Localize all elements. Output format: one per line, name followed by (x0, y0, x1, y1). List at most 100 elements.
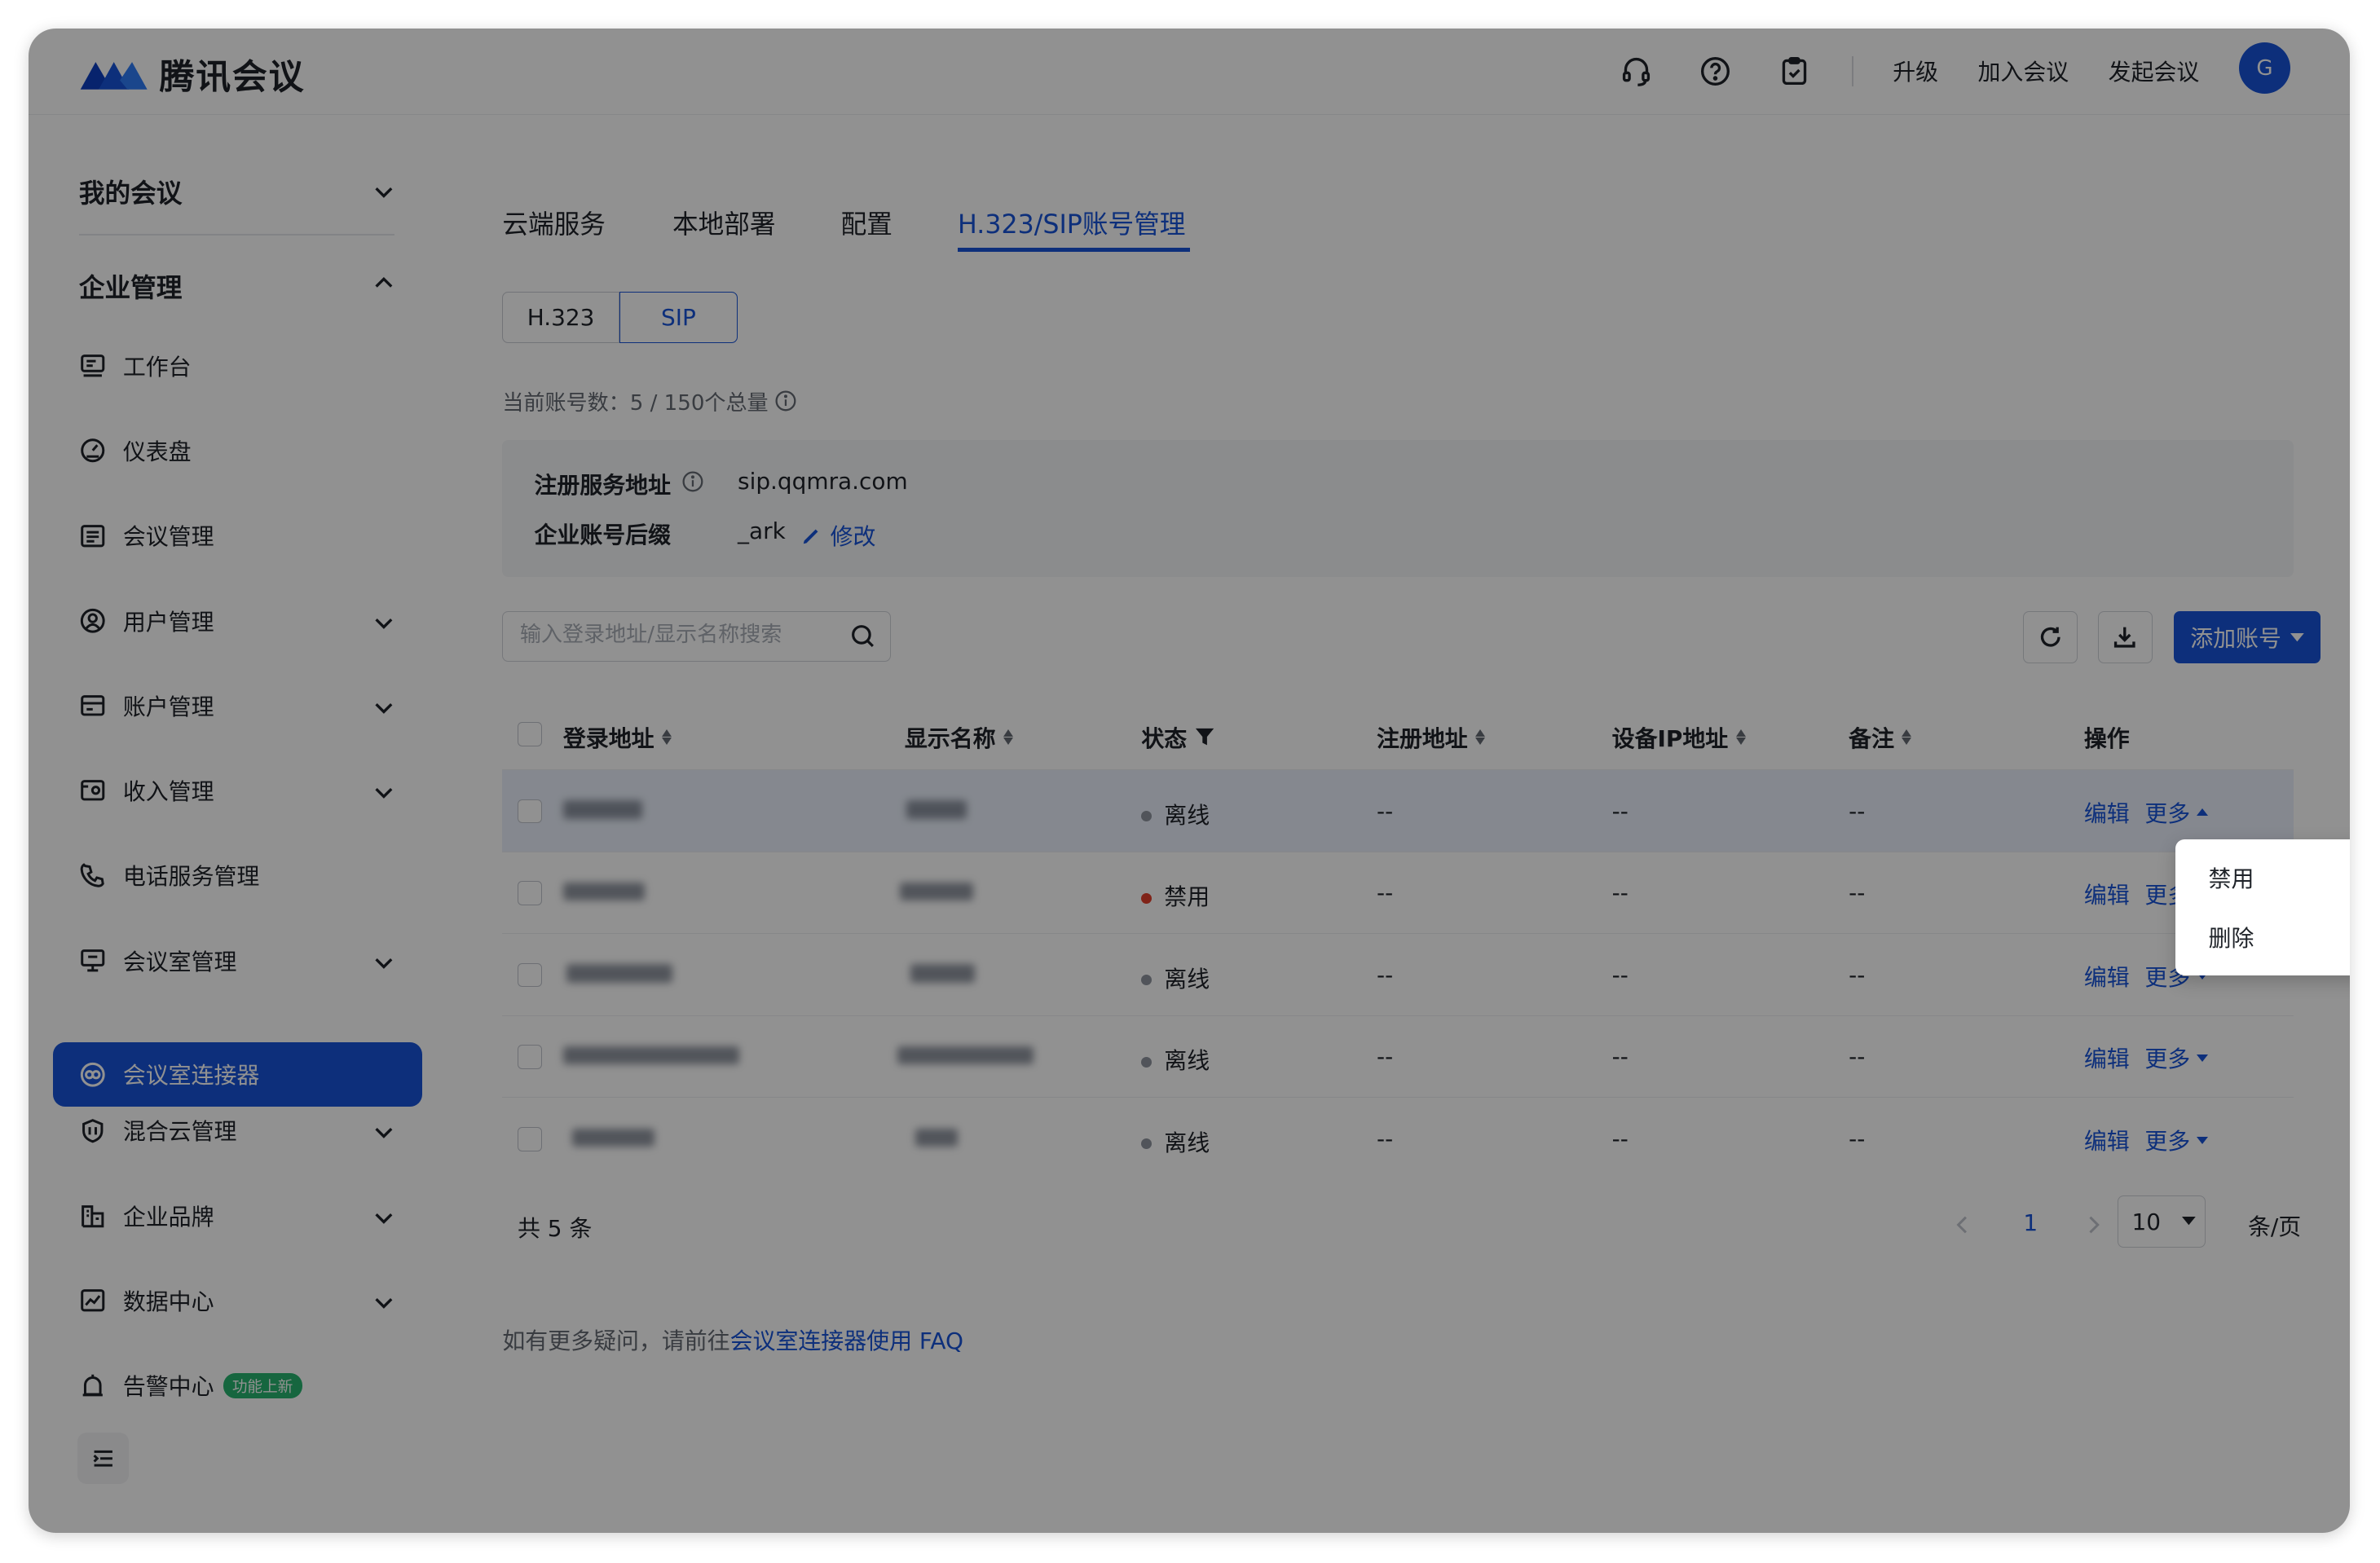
search-icon[interactable] (849, 623, 877, 650)
page-number-1[interactable]: 1 (2023, 1209, 2038, 1236)
sidebar-item-hybrid-cloud[interactable]: 混合云管理 (53, 1099, 422, 1162)
sidebar-item-account-management[interactable]: 账户管理 (53, 674, 422, 737)
column-label: 注册地址 (1377, 724, 1468, 752)
menu-item-disable[interactable]: 禁用 (2175, 850, 2324, 906)
upgrade-link[interactable]: 升级 (1893, 55, 1938, 87)
edit-link[interactable]: 编辑 (2084, 796, 2130, 829)
header-divider (1851, 55, 1853, 87)
collapse-sidebar-button[interactable] (77, 1432, 130, 1485)
edit-link[interactable]: 编辑 (2084, 1124, 2130, 1156)
sidebar-item-alarm-center[interactable]: 告警中心 功能上新 (53, 1354, 422, 1417)
chevron-down-icon[interactable] (372, 179, 396, 204)
next-page-icon[interactable] (2084, 1214, 2102, 1235)
edit-suffix-label: 修改 (830, 522, 876, 550)
chevron-down-icon (375, 1297, 393, 1309)
edit-link[interactable]: 编辑 (2084, 878, 2130, 910)
sort-icon[interactable] (1475, 729, 1486, 746)
info-icon[interactable] (681, 470, 704, 493)
edit-link[interactable]: 编辑 (2084, 960, 2130, 993)
more-link[interactable]: 更多 (2144, 1124, 2208, 1156)
data-center-icon (81, 1289, 105, 1312)
caret-down-icon (2196, 1054, 2208, 1062)
edit-link[interactable]: 编辑 (2084, 1041, 2130, 1074)
sort-icon[interactable] (1902, 729, 1912, 746)
help-icon[interactable] (1695, 51, 1734, 90)
info-icon[interactable] (774, 390, 797, 412)
sort-icon[interactable] (661, 729, 672, 746)
sidebar-item-dashboard[interactable]: 仪表盘 (53, 419, 422, 482)
add-account-button[interactable]: 添加账号 (2173, 611, 2321, 663)
join-meeting-link[interactable]: 加入会议 (1977, 55, 2069, 87)
start-meeting-link[interactable]: 发起会议 (2109, 55, 2200, 87)
more-link[interactable]: 更多 (2144, 796, 2208, 829)
table-row[interactable]: 离线 -- -- -- 编辑 更多 (502, 769, 2294, 852)
edit-suffix-link[interactable]: 修改 (801, 519, 875, 552)
avatar[interactable]: G (2238, 42, 2291, 95)
menu-item-delete[interactable]: 删除 (2175, 909, 2325, 966)
sidebar-item-label: 会议室管理 (122, 948, 237, 975)
filter-icon[interactable] (1195, 727, 1214, 746)
per-page-label: 条/页 (2247, 1213, 2302, 1241)
sidebar-item-label: 仪表盘 (122, 438, 192, 466)
row-checkbox[interactable] (517, 799, 542, 824)
caret-down-icon (2290, 632, 2304, 641)
table-row[interactable]: 禁用 -- -- -- 编辑 更多 (502, 851, 2294, 935)
column-display-name[interactable]: 显示名称 (905, 721, 1013, 754)
table-row[interactable]: 离线 -- -- -- 编辑 更多 (502, 1097, 2294, 1180)
faq-prefix: 如有更多疑问，请前往 (502, 1327, 730, 1354)
sidebar-group-my-meetings[interactable]: 我的会议 (79, 173, 183, 210)
sidebar-item-user-management[interactable]: 用户管理 (53, 589, 422, 653)
sidebar-item-data-center[interactable]: 数据中心 (53, 1269, 422, 1332)
sidebar-item-phone-service[interactable]: 电话服务管理 (53, 843, 422, 907)
segment-sip[interactable]: SIP (619, 291, 738, 343)
sidebar-item-workbench[interactable]: 工作台 (53, 334, 422, 398)
column-status[interactable]: 状态 (1141, 721, 1214, 754)
clipboard-check-icon[interactable] (1774, 51, 1814, 90)
tab-config[interactable]: 配置 (841, 204, 892, 241)
sidebar-item-room-management[interactable]: 会议室管理 (53, 929, 422, 993)
chevron-up-icon[interactable] (372, 271, 396, 296)
sidebar-item-label: 账户管理 (122, 693, 214, 720)
column-reg-address[interactable]: 注册地址 (1377, 721, 1486, 754)
sidebar-item-meeting-management[interactable]: 会议管理 (53, 504, 422, 567)
tab-cloud-service[interactable]: 云端服务 (502, 204, 606, 241)
prev-page-icon[interactable] (1954, 1214, 1972, 1235)
status-dot (1141, 892, 1153, 904)
segment-h323[interactable]: H.323 (502, 291, 619, 343)
app-logo[interactable]: 腾讯会议 (77, 49, 305, 99)
faq-link[interactable]: 会议室连接器使用 FAQ (730, 1327, 963, 1354)
sidebar-item-room-connector[interactable]: 会议室连接器 (53, 1042, 422, 1107)
status-text: 离线 (1164, 1129, 1210, 1156)
sidebar-group-enterprise[interactable]: 企业管理 (79, 267, 183, 305)
search-input[interactable] (517, 621, 842, 649)
tab-sip-account[interactable]: H.323/SIP账号管理 (958, 204, 1185, 241)
row-checkbox[interactable] (517, 1126, 542, 1151)
more-link[interactable]: 更多 (2144, 1041, 2208, 1074)
sidebar-item-label: 会议室连接器 (122, 1062, 260, 1090)
tencent-meeting-logo-icon (80, 61, 148, 90)
column-login-address[interactable]: 登录地址 (563, 721, 672, 754)
sort-icon[interactable] (1003, 729, 1013, 746)
sidebar-item-income-management[interactable]: 收入管理 (53, 759, 422, 822)
sort-icon[interactable] (1735, 729, 1746, 746)
row-checkbox[interactable] (517, 1045, 542, 1069)
row-checkbox[interactable] (517, 962, 542, 988)
refresh-button[interactable] (2023, 611, 2078, 663)
table-row[interactable]: 离线 -- -- -- 编辑 更多 (502, 933, 2294, 1016)
download-button[interactable] (2097, 611, 2153, 663)
select-all-checkbox[interactable] (517, 722, 542, 747)
search-box[interactable] (502, 611, 892, 662)
tab-local-deploy[interactable]: 本地部署 (672, 204, 776, 241)
caret-down-icon (2196, 1136, 2208, 1144)
new-feature-badge: 功能上新 (223, 1373, 302, 1399)
redacted-display-name (910, 964, 975, 983)
table-row[interactable]: 离线 -- -- -- 编辑 更多 (502, 1015, 2294, 1099)
row-checkbox[interactable] (517, 881, 542, 905)
headset-icon[interactable] (1616, 51, 1655, 90)
sidebar-item-enterprise-brand[interactable]: 企业品牌 (53, 1184, 422, 1248)
reg-address-cell: -- (1377, 1043, 1394, 1071)
page-size-select[interactable]: 10 (2117, 1195, 2206, 1248)
column-device-ip[interactable]: 设备IP地址 (1612, 721, 1746, 754)
top-header: 腾讯会议 升级 加入会议 发起会议 G (29, 29, 2350, 115)
column-note[interactable]: 备注 (1849, 721, 1912, 754)
